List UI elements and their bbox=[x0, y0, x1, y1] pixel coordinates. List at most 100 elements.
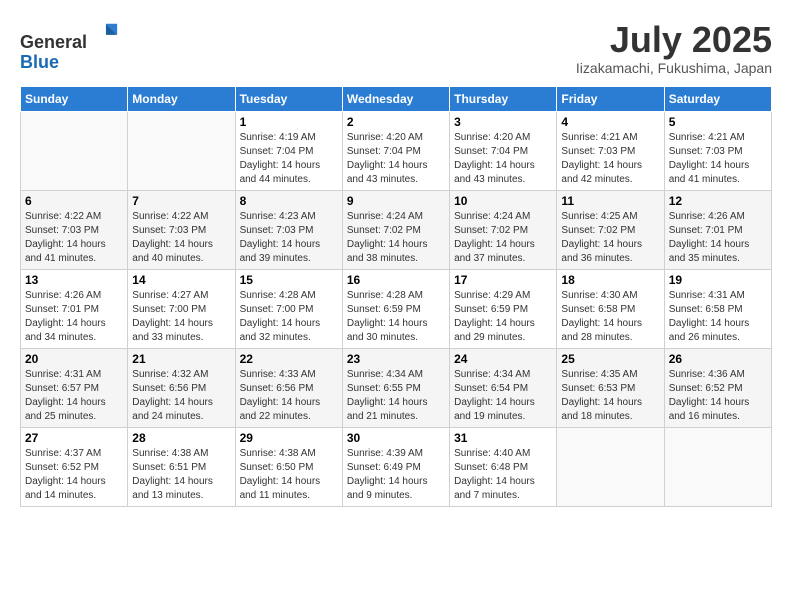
weekday-header-row: SundayMondayTuesdayWednesdayThursdayFrid… bbox=[21, 86, 772, 111]
weekday-monday: Monday bbox=[128, 86, 235, 111]
calendar-cell: 1Sunrise: 4:19 AM Sunset: 7:04 PM Daylig… bbox=[235, 111, 342, 190]
week-row-1: 1Sunrise: 4:19 AM Sunset: 7:04 PM Daylig… bbox=[21, 111, 772, 190]
calendar-cell: 16 Sunrise: 4:28 AM Sunset: 6:59 PM Dayli… bbox=[342, 269, 449, 348]
weekday-tuesday: Tuesday bbox=[235, 86, 342, 111]
day-number: 22 bbox=[240, 352, 338, 366]
calendar-cell: 25 Sunrise: 4:35 AM Sunset: 6:53 PM Dayli… bbox=[557, 348, 664, 427]
calendar-cell: 6Sunrise: 4:22 AM Sunset: 7:03 PM Daylig… bbox=[21, 190, 128, 269]
day-number: 28 bbox=[132, 431, 230, 445]
calendar-cell: 7Sunrise: 4:22 AM Sunset: 7:03 PM Daylig… bbox=[128, 190, 235, 269]
calendar-cell: 18Sunrise: 4:30 AM Sunset: 6:58 PM Dayli… bbox=[557, 269, 664, 348]
day-info: Sunrise: 4:39 AM Sunset: 6:49 PM Dayligh… bbox=[347, 447, 445, 503]
day-info: Sunrise: 4:27 AM Sunset: 7:00 PM Dayligh… bbox=[132, 289, 230, 345]
day-number: 9 bbox=[347, 194, 445, 208]
day-number: 8 bbox=[240, 194, 338, 208]
day-number: 13 bbox=[25, 273, 123, 287]
calendar-cell bbox=[557, 427, 664, 506]
day-info: Sunrise: 4:26 AM Sunset: 7:01 PM Dayligh… bbox=[669, 210, 767, 266]
day-number: 18 bbox=[561, 273, 659, 287]
day-number: 25 bbox=[561, 352, 659, 366]
calendar-cell: 22 Sunrise: 4:33 AM Sunset: 6:56 PM Dayli… bbox=[235, 348, 342, 427]
day-number: 14 bbox=[132, 273, 230, 287]
calendar-cell: 9 Sunrise: 4:24 AM Sunset: 7:02 PM Daylig… bbox=[342, 190, 449, 269]
weekday-friday: Friday bbox=[557, 86, 664, 111]
calendar-cell: 26Sunrise: 4:36 AM Sunset: 6:52 PM Dayli… bbox=[664, 348, 771, 427]
day-number: 15 bbox=[240, 273, 338, 287]
day-number: 24 bbox=[454, 352, 552, 366]
calendar-cell: 24 Sunrise: 4:34 AM Sunset: 6:54 PM Dayli… bbox=[450, 348, 557, 427]
day-info: Sunrise: 4:38 AM Sunset: 6:51 PM Dayligh… bbox=[132, 447, 230, 503]
calendar-cell: 8 Sunrise: 4:23 AM Sunset: 7:03 PM Daylig… bbox=[235, 190, 342, 269]
day-info: Sunrise: 4:23 AM Sunset: 7:03 PM Dayligh… bbox=[240, 210, 338, 266]
day-info: Sunrise: 4:34 AM Sunset: 6:54 PM Dayligh… bbox=[454, 368, 552, 424]
day-number: 10 bbox=[454, 194, 552, 208]
day-number: 23 bbox=[347, 352, 445, 366]
calendar-cell: 4 Sunrise: 4:21 AM Sunset: 7:03 PM Daylig… bbox=[557, 111, 664, 190]
calendar-cell: 5 Sunrise: 4:21 AM Sunset: 7:03 PM Daylig… bbox=[664, 111, 771, 190]
day-info: Sunrise: 4:33 AM Sunset: 6:56 PM Dayligh… bbox=[240, 368, 338, 424]
weekday-wednesday: Wednesday bbox=[342, 86, 449, 111]
calendar-body: 1Sunrise: 4:19 AM Sunset: 7:04 PM Daylig… bbox=[21, 111, 772, 506]
logo-general: General bbox=[20, 32, 87, 52]
day-info: Sunrise: 4:19 AM Sunset: 7:04 PM Dayligh… bbox=[240, 131, 338, 187]
day-info: Sunrise: 4:24 AM Sunset: 7:02 PM Dayligh… bbox=[454, 210, 552, 266]
weekday-saturday: Saturday bbox=[664, 86, 771, 111]
day-number: 20 bbox=[25, 352, 123, 366]
location: Iizakamachi, Fukushima, Japan bbox=[576, 60, 772, 76]
day-number: 17 bbox=[454, 273, 552, 287]
day-number: 19 bbox=[669, 273, 767, 287]
day-info: Sunrise: 4:37 AM Sunset: 6:52 PM Dayligh… bbox=[25, 447, 123, 503]
week-row-3: 13 Sunrise: 4:26 AM Sunset: 7:01 PM Dayli… bbox=[21, 269, 772, 348]
day-info: Sunrise: 4:29 AM Sunset: 6:59 PM Dayligh… bbox=[454, 289, 552, 345]
day-number: 2 bbox=[347, 115, 445, 129]
calendar-cell: 28 Sunrise: 4:38 AM Sunset: 6:51 PM Dayli… bbox=[128, 427, 235, 506]
day-info: Sunrise: 4:21 AM Sunset: 7:03 PM Dayligh… bbox=[669, 131, 767, 187]
day-number: 4 bbox=[561, 115, 659, 129]
day-info: Sunrise: 4:28 AM Sunset: 6:59 PM Dayligh… bbox=[347, 289, 445, 345]
calendar-cell: 3Sunrise: 4:20 AM Sunset: 7:04 PM Daylig… bbox=[450, 111, 557, 190]
day-number: 16 bbox=[347, 273, 445, 287]
logo-blue: Blue bbox=[20, 52, 59, 72]
calendar-cell: 2 Sunrise: 4:20 AM Sunset: 7:04 PM Daylig… bbox=[342, 111, 449, 190]
day-info: Sunrise: 4:26 AM Sunset: 7:01 PM Dayligh… bbox=[25, 289, 123, 345]
week-row-2: 6Sunrise: 4:22 AM Sunset: 7:03 PM Daylig… bbox=[21, 190, 772, 269]
day-number: 5 bbox=[669, 115, 767, 129]
day-info: Sunrise: 4:20 AM Sunset: 7:04 PM Dayligh… bbox=[347, 131, 445, 187]
day-info: Sunrise: 4:25 AM Sunset: 7:02 PM Dayligh… bbox=[561, 210, 659, 266]
calendar-cell: 29Sunrise: 4:38 AM Sunset: 6:50 PM Dayli… bbox=[235, 427, 342, 506]
week-row-4: 20 Sunrise: 4:31 AM Sunset: 6:57 PM Dayli… bbox=[21, 348, 772, 427]
calendar-cell: 19 Sunrise: 4:31 AM Sunset: 6:58 PM Dayli… bbox=[664, 269, 771, 348]
calendar-cell bbox=[128, 111, 235, 190]
logo: General Blue bbox=[20, 20, 119, 73]
day-info: Sunrise: 4:31 AM Sunset: 6:58 PM Dayligh… bbox=[669, 289, 767, 345]
calendar-cell: 30Sunrise: 4:39 AM Sunset: 6:49 PM Dayli… bbox=[342, 427, 449, 506]
weekday-thursday: Thursday bbox=[450, 86, 557, 111]
calendar-cell: 10 Sunrise: 4:24 AM Sunset: 7:02 PM Dayli… bbox=[450, 190, 557, 269]
calendar-cell: 17 Sunrise: 4:29 AM Sunset: 6:59 PM Dayli… bbox=[450, 269, 557, 348]
day-info: Sunrise: 4:35 AM Sunset: 6:53 PM Dayligh… bbox=[561, 368, 659, 424]
day-info: Sunrise: 4:31 AM Sunset: 6:57 PM Dayligh… bbox=[25, 368, 123, 424]
calendar-cell: 14 Sunrise: 4:27 AM Sunset: 7:00 PM Dayli… bbox=[128, 269, 235, 348]
calendar-cell: 21 Sunrise: 4:32 AM Sunset: 6:56 PM Dayli… bbox=[128, 348, 235, 427]
day-info: Sunrise: 4:32 AM Sunset: 6:56 PM Dayligh… bbox=[132, 368, 230, 424]
calendar-cell: 12 Sunrise: 4:26 AM Sunset: 7:01 PM Dayli… bbox=[664, 190, 771, 269]
page-header: General Blue July 2025 Iizakamachi, Fuku… bbox=[20, 20, 772, 76]
calendar-cell: 23Sunrise: 4:34 AM Sunset: 6:55 PM Dayli… bbox=[342, 348, 449, 427]
calendar-cell bbox=[21, 111, 128, 190]
day-info: Sunrise: 4:24 AM Sunset: 7:02 PM Dayligh… bbox=[347, 210, 445, 266]
calendar-cell: 13 Sunrise: 4:26 AM Sunset: 7:01 PM Dayli… bbox=[21, 269, 128, 348]
calendar-cell: 20 Sunrise: 4:31 AM Sunset: 6:57 PM Dayli… bbox=[21, 348, 128, 427]
day-number: 27 bbox=[25, 431, 123, 445]
day-info: Sunrise: 4:21 AM Sunset: 7:03 PM Dayligh… bbox=[561, 131, 659, 187]
logo-icon bbox=[91, 20, 119, 48]
day-number: 21 bbox=[132, 352, 230, 366]
calendar-cell: 15Sunrise: 4:28 AM Sunset: 7:00 PM Dayli… bbox=[235, 269, 342, 348]
day-info: Sunrise: 4:40 AM Sunset: 6:48 PM Dayligh… bbox=[454, 447, 552, 503]
day-number: 31 bbox=[454, 431, 552, 445]
day-info: Sunrise: 4:22 AM Sunset: 7:03 PM Dayligh… bbox=[25, 210, 123, 266]
calendar-cell: 11Sunrise: 4:25 AM Sunset: 7:02 PM Dayli… bbox=[557, 190, 664, 269]
day-number: 12 bbox=[669, 194, 767, 208]
day-number: 3 bbox=[454, 115, 552, 129]
calendar-cell bbox=[664, 427, 771, 506]
day-info: Sunrise: 4:22 AM Sunset: 7:03 PM Dayligh… bbox=[132, 210, 230, 266]
